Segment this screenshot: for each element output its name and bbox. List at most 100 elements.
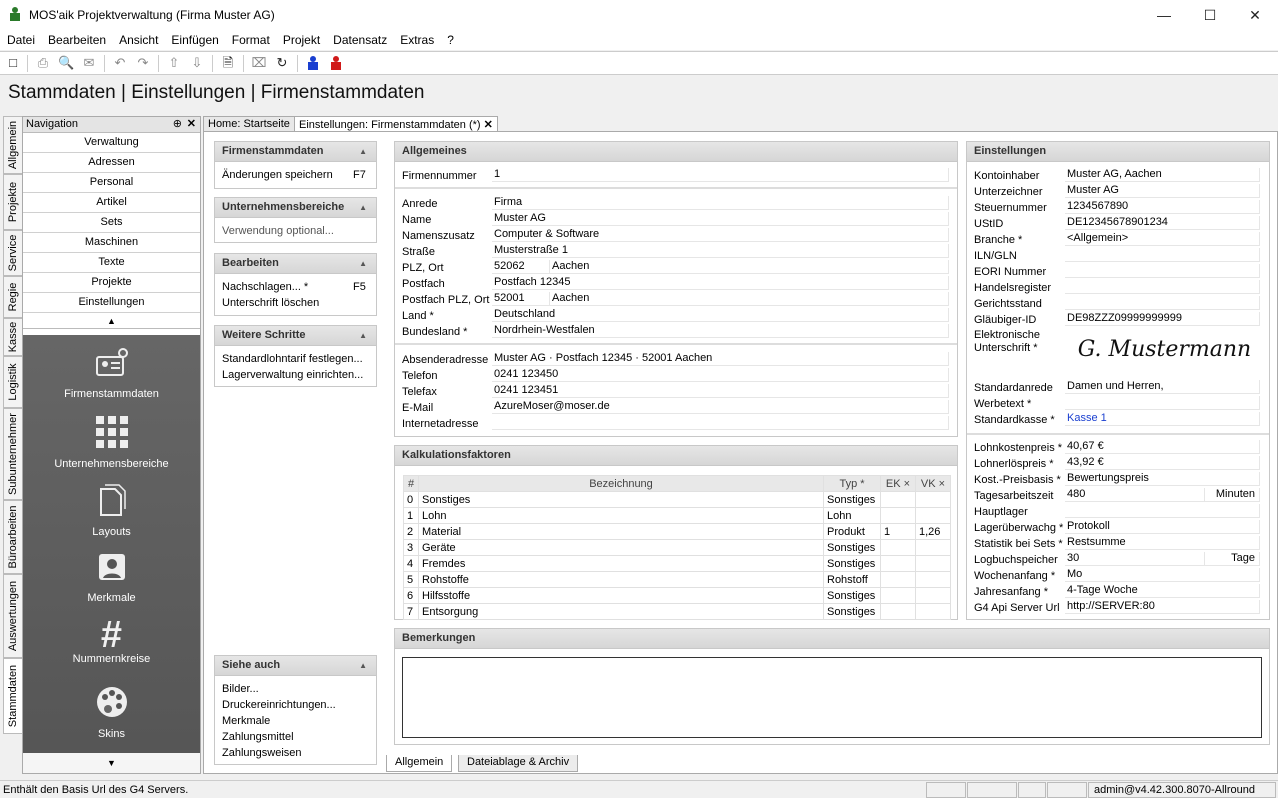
user-blue-icon[interactable] [305, 55, 321, 71]
menu-datei[interactable]: Datei [0, 30, 41, 47]
delete-icon[interactable]: ⌧ [251, 55, 267, 71]
redo-icon[interactable]: ↷ [135, 55, 151, 71]
minimize-button[interactable]: — [1141, 0, 1187, 30]
maximize-button[interactable]: ☐ [1187, 0, 1233, 30]
einstellung-field[interactable]: DE98ZZZ09999999999 [1065, 312, 1260, 326]
firmennummer-field[interactable]: 1 [492, 168, 949, 182]
einstellung-field[interactable]: Protokoll [1065, 520, 1260, 534]
einstellung-field[interactable]: 30 [1065, 552, 1205, 566]
nav-item-artikel[interactable]: Artikel [23, 193, 200, 213]
einstellung-field[interactable]: Mo [1065, 568, 1260, 582]
einstellung-field[interactable]: 1234567890 [1065, 200, 1260, 214]
nav-item-adressen[interactable]: Adressen [23, 153, 200, 173]
collapse-icon[interactable]: ▲ [359, 142, 367, 161]
nav-big-skins[interactable]: Skins [23, 685, 200, 740]
vtab-logistik[interactable]: Logistik [3, 356, 22, 408]
einstellung-field[interactable]: 40,67 € [1065, 440, 1260, 454]
column-header[interactable]: Bezeichnung [418, 475, 824, 492]
vtab-regie[interactable]: Regie [3, 276, 22, 318]
anrede-field[interactable]: Firma [492, 196, 949, 210]
save-changes-link[interactable]: Änderungen speichern F7 [222, 169, 372, 181]
delete-signature-link[interactable]: Unterschrift löschen [222, 297, 319, 309]
telefon-field[interactable]: 0241 123450 [492, 368, 949, 382]
table-row[interactable]: 5 Rohstoffe Rohstoff [403, 571, 951, 588]
strasse-field[interactable]: Musterstraße 1 [492, 244, 949, 258]
user-red-icon[interactable] [328, 55, 344, 71]
telefax-field[interactable]: 0241 123451 [492, 384, 949, 398]
close-icon[interactable]: ✕ [187, 117, 196, 132]
print-preview-icon[interactable]: 🔍 [58, 55, 74, 71]
einstellung-field[interactable]: 43,92 € [1065, 456, 1260, 470]
nav-item-maschinen[interactable]: Maschinen [23, 233, 200, 253]
postfach-ort-field[interactable]: Aachen [550, 292, 949, 306]
collapse-icon[interactable]: ▲ [359, 326, 367, 345]
menu-help[interactable]: ? [440, 30, 460, 47]
einstellung-field[interactable]: Muster AG [1065, 184, 1260, 198]
einstellung-field[interactable] [1065, 504, 1260, 518]
email-field[interactable]: AzureMoser@moser.de [492, 400, 949, 414]
einstellung-field[interactable]: 480 [1065, 488, 1205, 502]
see-also-link[interactable]: Bilder... [222, 683, 259, 695]
tab-startseite[interactable]: Home: Startseite [203, 116, 295, 132]
table-row[interactable]: 7 Entsorgung Sonstiges [403, 603, 951, 620]
einstellung-field[interactable]: Bewertungspreis [1065, 472, 1260, 486]
collapse-icon[interactable]: ▲ [359, 656, 367, 675]
table-row[interactable]: 4 Fremdes Sonstiges [403, 555, 951, 572]
menu-einfuegen[interactable]: Einfügen [164, 30, 224, 47]
scroll-up-icon[interactable]: ▲ [23, 313, 200, 329]
namenszusatz-field[interactable]: Computer & Software [492, 228, 949, 242]
plz-field[interactable]: 52062 [492, 260, 550, 274]
nav-item-personal[interactable]: Personal [23, 173, 200, 193]
signature-field[interactable]: G. Mustermann [1065, 328, 1262, 376]
nav-big-nummernkreise[interactable]: # Nummernkreise [23, 616, 200, 665]
bundesland-field[interactable]: Nordrhein-Westfalen [492, 324, 949, 338]
pin-icon[interactable]: ⊕ [173, 117, 182, 132]
internet-field[interactable] [492, 416, 949, 430]
vtab-subunternehmer[interactable]: Subunternehmer [3, 408, 22, 500]
einstellung-field[interactable]: Damen und Herren, [1065, 380, 1260, 394]
tab-allgemein[interactable]: Allgemein [386, 755, 453, 772]
collapse-icon[interactable]: ▲ [359, 254, 367, 273]
see-also-link[interactable]: Merkmale [222, 715, 270, 727]
collapse-icon[interactable]: ▲ [359, 198, 367, 217]
nav-big-unternehmensbereiche[interactable]: Unternehmensbereiche [23, 415, 200, 470]
einstellung-field[interactable]: http://SERVER:80 [1065, 600, 1260, 614]
table-row[interactable]: 2 Material Produkt 1 1,26 [403, 523, 951, 540]
column-header[interactable]: Typ * [823, 475, 881, 492]
menu-ansicht[interactable]: Ansicht [112, 30, 164, 47]
optional-use-link[interactable]: Verwendung optional... [222, 225, 334, 237]
mail-icon[interactable]: ✉ [81, 55, 97, 71]
new-document-icon[interactable]: □ [5, 55, 21, 71]
warehouse-setup-link[interactable]: Lagerverwaltung einrichten... [222, 369, 363, 381]
einstellung-field[interactable]: Muster AG, Aachen [1065, 168, 1260, 182]
name-field[interactable]: Muster AG [492, 212, 949, 226]
table-row[interactable]: 6 Hilfsstoffe Sonstiges [403, 587, 951, 604]
search-document-icon[interactable]: 🗎 [220, 55, 236, 71]
einstellung-field[interactable] [1065, 264, 1260, 278]
nav-big-layouts[interactable]: Layouts [23, 483, 200, 538]
print-icon[interactable]: ⎙ [35, 55, 51, 71]
einstellung-field[interactable]: 4-Tage Woche [1065, 584, 1260, 598]
close-tab-icon[interactable]: ✕ [484, 119, 493, 131]
undo-icon[interactable]: ↶ [112, 55, 128, 71]
see-also-link[interactable]: Druckereinrichtungen... [222, 699, 336, 711]
arrow-down-icon[interactable]: ⇩ [189, 55, 205, 71]
see-also-link[interactable]: Zahlungsweisen [222, 747, 302, 759]
nav-big-merkmale[interactable]: Merkmale [23, 551, 200, 604]
vtab-allgemein[interactable]: Allgemein [3, 116, 22, 174]
tab-firmenstammdaten[interactable]: Einstellungen: Firmenstammdaten (*) ✕ [294, 116, 498, 132]
bemerkungen-textarea[interactable] [402, 657, 1262, 738]
menu-format[interactable]: Format [225, 30, 276, 47]
see-also-link[interactable]: Zahlungsmittel [222, 731, 294, 743]
menu-bearbeiten[interactable]: Bearbeiten [41, 30, 112, 47]
postfach-field[interactable]: Postfach 12345 [492, 276, 949, 290]
table-row[interactable]: 1 Lohn Lohn [403, 507, 951, 524]
scroll-down-icon[interactable]: ▼ [23, 753, 200, 773]
nav-item-verwaltung[interactable]: Verwaltung [23, 133, 200, 153]
nav-big-firmenstammdaten[interactable]: Firmenstammdaten [23, 347, 200, 400]
close-button[interactable]: ✕ [1232, 0, 1278, 30]
einstellung-field[interactable]: DE12345678901234 [1065, 216, 1260, 230]
vtab-projekte[interactable]: Projekte [3, 174, 22, 230]
vtab-bueroarbeiten[interactable]: Büroarbeiten [3, 500, 22, 574]
land-field[interactable]: Deutschland [492, 308, 949, 322]
